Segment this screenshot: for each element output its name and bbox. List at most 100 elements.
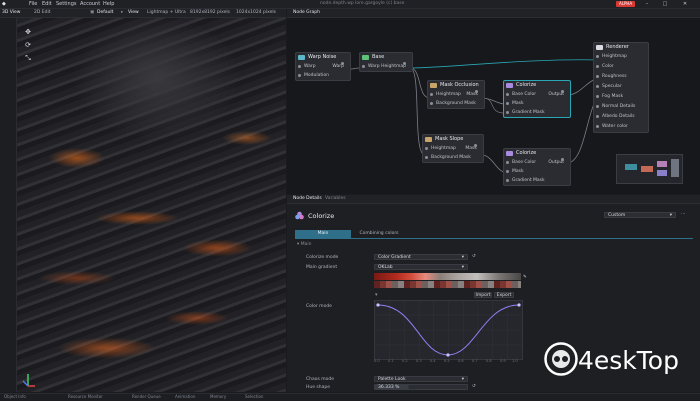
node-mask-slope[interactable]: Mask Slope Heightmap Mask Background Mask: [422, 134, 484, 163]
section-main-header[interactable]: ▾ Main: [297, 242, 311, 247]
more-icon[interactable]: ⋯: [681, 212, 686, 217]
eyedropper-icon[interactable]: ✎: [523, 275, 527, 280]
status-selection[interactable]: Selection: [245, 394, 263, 399]
lighting-dropdown[interactable]: Lightmap + Ultra: [147, 10, 186, 15]
tick-label: 0.9: [500, 359, 506, 363]
curve-point[interactable]: [517, 303, 521, 307]
layout-icon[interactable]: ▣: [90, 10, 94, 15]
port-label: Heightmap: [436, 92, 461, 97]
port-label: Warp: [304, 64, 316, 69]
chevron-down-icon: ▾: [461, 265, 464, 270]
menu-edit[interactable]: Edit: [42, 1, 52, 7]
curve-svg: [375, 301, 522, 359]
tab-node-details[interactable]: Node Details: [293, 196, 322, 201]
tab-variables[interactable]: Variables: [325, 196, 346, 201]
node-graph-minimap[interactable]: [616, 154, 683, 184]
colorize-mode-label: Colorize mode: [306, 255, 339, 260]
move-icon[interactable]: ✥: [24, 28, 32, 36]
preview-resolution-dropdown[interactable]: 1024x1024 pixels: [236, 10, 276, 15]
export-button[interactable]: Export: [494, 292, 514, 298]
color-mode-label: Color mode: [306, 304, 332, 309]
reset-icon[interactable]: ↺: [472, 254, 476, 259]
watermark-logo-icon: [544, 342, 578, 376]
hue-shape-slider[interactable]: 36.333 %: [374, 384, 468, 390]
status-animation[interactable]: Animation: [175, 394, 195, 399]
main-gradient-bar[interactable]: [374, 273, 521, 280]
node-colorize-2[interactable]: Colorize Base Color Output Mask Gradient …: [503, 148, 571, 186]
gradient-swatches[interactable]: [374, 281, 521, 288]
port-label: Gradient Mask: [512, 110, 545, 115]
node-title: Warp Noise: [308, 54, 337, 60]
noise-icon: [298, 55, 305, 60]
chevron-down-icon: ▾: [669, 213, 672, 218]
close-icon[interactable]: ✕: [680, 0, 690, 8]
node-warp-noise[interactable]: Warp Noise Warp Warp Modulation: [295, 52, 351, 81]
node-title: Colorize: [516, 82, 537, 88]
maximize-icon[interactable]: □: [660, 0, 670, 8]
minimize-icon[interactable]: –: [642, 0, 652, 8]
node-title: Mask Occlusion: [440, 82, 479, 88]
3d-viewport[interactable]: [17, 18, 286, 392]
reset-icon[interactable]: ↺: [472, 384, 476, 389]
port-label: Warp: [368, 64, 380, 69]
port-label: Mask: [512, 101, 524, 106]
chaos-mode-dropdown[interactable]: Palette Look ▾: [374, 376, 468, 382]
tab-3d-view[interactable]: 3D View: [2, 10, 20, 15]
chaos-mode-value: Palette Look: [378, 377, 406, 382]
scale-icon[interactable]: ⤡: [24, 54, 32, 62]
status-object-info[interactable]: Object Info: [4, 394, 26, 399]
node-mask-occlusion[interactable]: Mask Occlusion Heightmap Mask Background …: [427, 80, 485, 109]
mask-icon: [425, 137, 432, 142]
curve-point[interactable]: [446, 353, 450, 357]
menu-settings[interactable]: Settings: [56, 1, 77, 7]
palette-icon: [295, 211, 304, 220]
port-label: Albedo Details: [602, 114, 635, 119]
watermark-text: 4eskTop: [578, 346, 679, 375]
colorize-mode-dropdown[interactable]: Color Gradient ▾: [374, 254, 468, 260]
preset-dropdown[interactable]: Custom ▾: [604, 212, 676, 218]
node-renderer[interactable]: Renderer Heightmap Color Roughness Specu…: [593, 42, 649, 133]
node-colorize-1[interactable]: Colorize Base Color Output Mask Gradient …: [503, 80, 571, 118]
node-base[interactable]: Base Warp Heightmap: [359, 52, 413, 72]
subtab-main[interactable]: Main: [295, 230, 351, 238]
status-memory[interactable]: Memory: [210, 394, 226, 399]
tick-label: 0.3: [416, 359, 422, 363]
node-graph-header: Node Graph: [287, 9, 700, 18]
chevron-down-icon[interactable]: ▾: [375, 292, 381, 298]
tick-label: 0.1: [388, 359, 394, 363]
port-label: Normal Details: [602, 104, 636, 109]
palette-icon: [506, 83, 513, 88]
alpha-badge: ALPHA: [616, 1, 636, 7]
menu-file[interactable]: File: [29, 1, 37, 7]
menu-help[interactable]: Help: [103, 1, 114, 7]
port-label: Base Color: [512, 92, 537, 97]
node-title: Renderer: [606, 44, 629, 50]
status-render-queue[interactable]: Render Queue: [132, 394, 161, 399]
chaos-mode-label: Chaos mode: [306, 377, 335, 382]
subtab-combining-colors[interactable]: Combining colors: [351, 230, 407, 238]
node-title: Colorize: [516, 150, 537, 156]
tick-label: 0.8: [486, 359, 492, 363]
gradient-space-dropdown[interactable]: OKLab ▾: [374, 264, 468, 270]
node-title: Base: [372, 54, 385, 60]
hue-shape-value: 36.333 %: [378, 385, 400, 390]
camera-icon[interactable]: ▸: [121, 10, 123, 15]
app-logo-icon: ◆: [2, 1, 6, 7]
status-resource-monitor[interactable]: Resource Monitor: [68, 394, 103, 399]
tick-label: 0.7: [472, 359, 478, 363]
resolution-dropdown[interactable]: 8192x8192 pixels: [190, 10, 230, 15]
import-button[interactable]: Import: [474, 292, 492, 298]
tab-2d-edit[interactable]: 2D Edit: [34, 10, 50, 15]
tick-label: 0.6: [458, 359, 464, 363]
node-details-title: Colorize: [308, 212, 335, 220]
rotate-icon[interactable]: ⟳: [24, 41, 32, 49]
tick-label: 0.5: [444, 359, 450, 363]
view-dropdown[interactable]: View: [128, 10, 139, 15]
default-dropdown[interactable]: Default: [97, 10, 113, 15]
tab-underline: [295, 238, 693, 239]
curve-point[interactable]: [376, 303, 380, 307]
port-label: Gradient Mask: [512, 178, 545, 183]
curve-editor[interactable]: [374, 300, 523, 360]
tick-label: 0.2: [402, 359, 408, 363]
menu-account[interactable]: Account: [80, 1, 100, 7]
